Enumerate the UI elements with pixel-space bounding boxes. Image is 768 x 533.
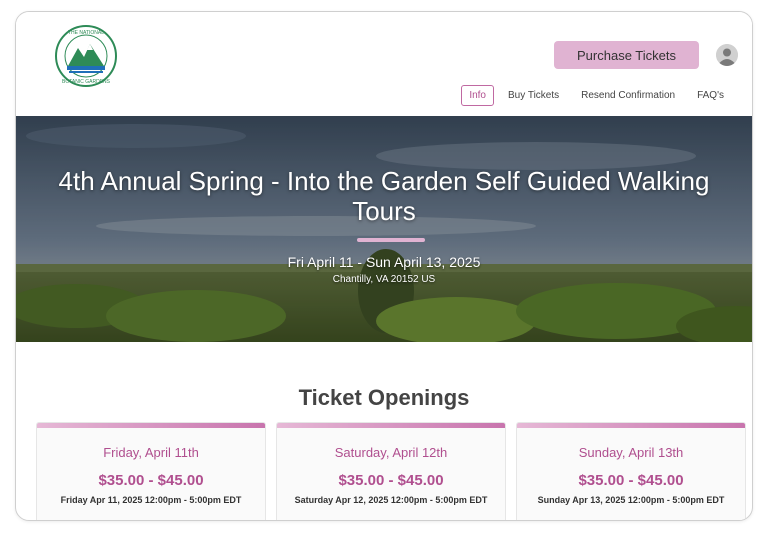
user-avatar-icon[interactable] (716, 44, 738, 66)
main-nav: Info Buy Tickets Resend Confirmation FAQ… (455, 85, 732, 106)
card-price: $35.00 - $45.00 (98, 472, 204, 489)
site-header: THE NATIONAL BOTANIC GARDENS Purchase Ti… (16, 12, 752, 116)
card-accent-bar (517, 423, 745, 428)
nav-info[interactable]: Info (461, 85, 494, 106)
event-title: 4th Annual Spring - Into the Garden Self… (58, 166, 710, 226)
ticket-card-friday[interactable]: Friday, April 11th $35.00 - $45.00 Frida… (36, 422, 266, 520)
ticket-card-sunday[interactable]: Sunday, April 13th $35.00 - $45.00 Sunda… (516, 422, 746, 520)
browser-frame: THE NATIONAL BOTANIC GARDENS Purchase Ti… (15, 11, 753, 521)
nav-faqs[interactable]: FAQ's (689, 85, 732, 106)
card-price: $35.00 - $45.00 (578, 472, 684, 489)
ticket-openings-heading: Ticket Openings (298, 385, 470, 410)
card-time: Friday Apr 11, 2025 12:00pm - 5:00pm EDT (60, 495, 242, 505)
card-accent-bar (37, 423, 265, 428)
svg-text:BOTANIC GARDENS: BOTANIC GARDENS (62, 79, 111, 85)
card-time: Saturday Apr 12, 2025 12:00pm - 5:00pm E… (294, 495, 488, 505)
ticket-cards: Friday, April 11th $35.00 - $45.00 Frida… (36, 422, 746, 520)
nav-resend-confirmation[interactable]: Resend Confirmation (573, 85, 683, 106)
card-price: $35.00 - $45.00 (338, 472, 444, 489)
event-dates: Fri April 11 - Sun April 13, 2025 (287, 254, 481, 270)
card-day: Friday, April 11th (103, 445, 199, 460)
card-day: Saturday, April 12th (334, 445, 448, 460)
card-time: Sunday Apr 13, 2025 12:00pm - 5:00pm EDT (537, 495, 725, 505)
title-divider (357, 238, 425, 242)
botanic-gardens-logo[interactable]: THE NATIONAL BOTANIC GARDENS (54, 24, 118, 88)
hero-banner: 4th Annual Spring - Into the Garden Self… (16, 116, 752, 342)
card-accent-bar (277, 423, 505, 428)
card-day: Sunday, April 13th (578, 445, 684, 460)
purchase-tickets-button[interactable]: Purchase Tickets (554, 41, 699, 69)
nav-buy-tickets[interactable]: Buy Tickets (500, 85, 567, 106)
event-location: Chantilly, VA 20152 US (332, 274, 436, 285)
ticket-card-saturday[interactable]: Saturday, April 12th $35.00 - $45.00 Sat… (276, 422, 506, 520)
svg-text:THE NATIONAL: THE NATIONAL (68, 30, 104, 36)
